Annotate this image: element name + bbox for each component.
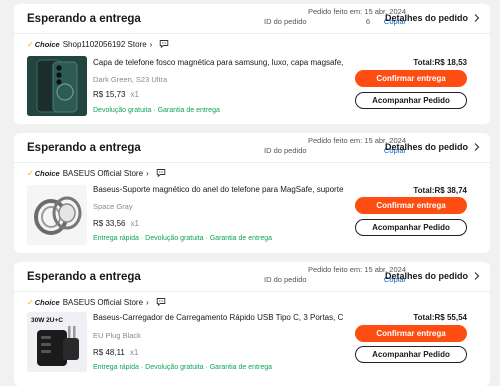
store-row[interactable]: ✓ Choice BASEUS Official Store › bbox=[27, 297, 166, 307]
store-arrow-icon: › bbox=[146, 297, 149, 307]
service-tags: Entrega rápida · Devolução gratuita · Ga… bbox=[93, 364, 272, 371]
track-order-button[interactable]: Acompanhar Pedido bbox=[355, 92, 467, 109]
product-image[interactable] bbox=[27, 185, 87, 245]
order-id-number: 6 bbox=[365, 17, 370, 26]
store-name: Shop1102056192 Store bbox=[62, 39, 147, 49]
product-quantity: x1 bbox=[130, 90, 139, 99]
store-name: BASEUS Official Store bbox=[62, 297, 144, 307]
order-total: Total:R$ 38,74 bbox=[413, 186, 467, 195]
order-total: Total:R$ 55,54 bbox=[413, 313, 467, 322]
choice-label: Choice bbox=[34, 168, 60, 178]
order-id-label: ID do pedido bbox=[264, 146, 307, 155]
choice-check-icon: ✓ bbox=[27, 168, 34, 178]
product-price: R$ 15,73 x1 bbox=[93, 90, 139, 99]
chevron-right-icon bbox=[474, 272, 480, 280]
order-card: Esperando a entrega Pedido feito em: 15 … bbox=[14, 262, 490, 386]
confirm-delivery-button[interactable]: Confirmar entrega bbox=[355, 325, 467, 342]
order-header: Esperando a entrega Pedido feito em: 15 … bbox=[14, 262, 490, 292]
order-details-link[interactable]: Detalhes do pedido bbox=[385, 142, 482, 152]
product-name-link[interactable]: Baseus-Suporte magnético do anel do tele… bbox=[93, 185, 343, 194]
order-details-link[interactable]: Detalhes do pedido bbox=[385, 271, 482, 281]
order-status: Esperando a entrega bbox=[27, 271, 141, 283]
order-details-label: Detalhes do pedido bbox=[384, 271, 468, 281]
choice-badge: ✓ Choice bbox=[27, 169, 60, 178]
charger-graphic: 30W 2U+C bbox=[27, 312, 87, 372]
product-price: R$ 48,11 x1 bbox=[93, 348, 138, 357]
charger-badge: 30W 2U+C bbox=[31, 317, 63, 324]
product-quantity: x1 bbox=[129, 348, 139, 357]
choice-check-icon: ✓ bbox=[27, 39, 34, 49]
chevron-right-icon bbox=[474, 143, 480, 151]
track-order-button[interactable]: Acompanhar Pedido bbox=[355, 219, 467, 236]
product-variant: Dark Green, S23 Ultra bbox=[93, 75, 168, 84]
order-header: Esperando a entrega Pedido feito em: 15 … bbox=[14, 4, 490, 34]
store-name: BASEUS Official Store bbox=[62, 168, 144, 178]
choice-badge: ✓ Choice bbox=[27, 298, 60, 307]
product-image[interactable]: 30W 2U+C bbox=[27, 312, 87, 372]
choice-check-icon: ✓ bbox=[27, 297, 34, 307]
product-price: R$ 33,56 x1 bbox=[93, 219, 139, 228]
track-order-button[interactable]: Acompanhar Pedido bbox=[355, 346, 467, 363]
chat-bubble-icon[interactable] bbox=[156, 168, 166, 178]
product-image[interactable] bbox=[27, 56, 87, 116]
ring-holder-graphic bbox=[27, 185, 87, 245]
chevron-right-icon bbox=[474, 14, 480, 22]
confirm-delivery-button[interactable]: Confirmar entrega bbox=[355, 197, 467, 214]
store-row[interactable]: ✓ Choice BASEUS Official Store › bbox=[27, 168, 166, 178]
order-details-label: Detalhes do pedido bbox=[384, 142, 468, 152]
order-details-label: Detalhes do pedido bbox=[384, 13, 468, 23]
choice-label: Choice bbox=[34, 39, 60, 49]
price-value: R$ 33,56 bbox=[93, 219, 126, 228]
product-variant: EU Plug Black bbox=[93, 331, 141, 340]
order-header: Esperando a entrega Pedido feito em: 15 … bbox=[14, 133, 490, 163]
order-status: Esperando a entrega bbox=[27, 142, 141, 154]
order-status: Esperando a entrega bbox=[27, 13, 141, 25]
phone-case-graphic bbox=[27, 56, 87, 116]
confirm-delivery-button[interactable]: Confirmar entrega bbox=[355, 70, 467, 87]
product-quantity: x1 bbox=[130, 219, 139, 228]
store-arrow-icon: › bbox=[149, 39, 153, 49]
order-total: Total:R$ 18,53 bbox=[413, 58, 467, 67]
product-variant: Space Gray bbox=[93, 202, 133, 211]
order-details-link[interactable]: Detalhes do pedido bbox=[385, 13, 482, 23]
store-arrow-icon: › bbox=[146, 168, 149, 178]
service-tags: Devolução gratuita · Garantia de entrega bbox=[93, 107, 220, 114]
product-name-link[interactable]: Baseus-Carregador de Carregamento Rápido… bbox=[93, 313, 343, 322]
order-id-label: ID do pedido bbox=[264, 275, 307, 284]
service-tags: Entrega rápida · Devolução gratuita · Ga… bbox=[93, 235, 272, 242]
product-name-link[interactable]: Capa de telefone fosco magnética para sa… bbox=[93, 58, 343, 67]
order-card: Esperando a entrega Pedido feito em: 15 … bbox=[14, 133, 490, 253]
price-value: R$ 48,11 bbox=[93, 348, 125, 357]
chat-bubble-icon[interactable] bbox=[156, 297, 166, 307]
choice-badge: ✓ Choice bbox=[27, 40, 60, 49]
choice-label: Choice bbox=[34, 297, 60, 307]
store-row[interactable]: ✓ Choice Shop1102056192 Store › bbox=[27, 39, 169, 49]
order-card: Esperando a entrega Pedido feito em: 15 … bbox=[14, 4, 490, 124]
chat-bubble-icon[interactable] bbox=[159, 39, 169, 49]
order-id-label: ID do pedido bbox=[264, 17, 307, 26]
price-value: R$ 15,73 bbox=[93, 90, 126, 99]
